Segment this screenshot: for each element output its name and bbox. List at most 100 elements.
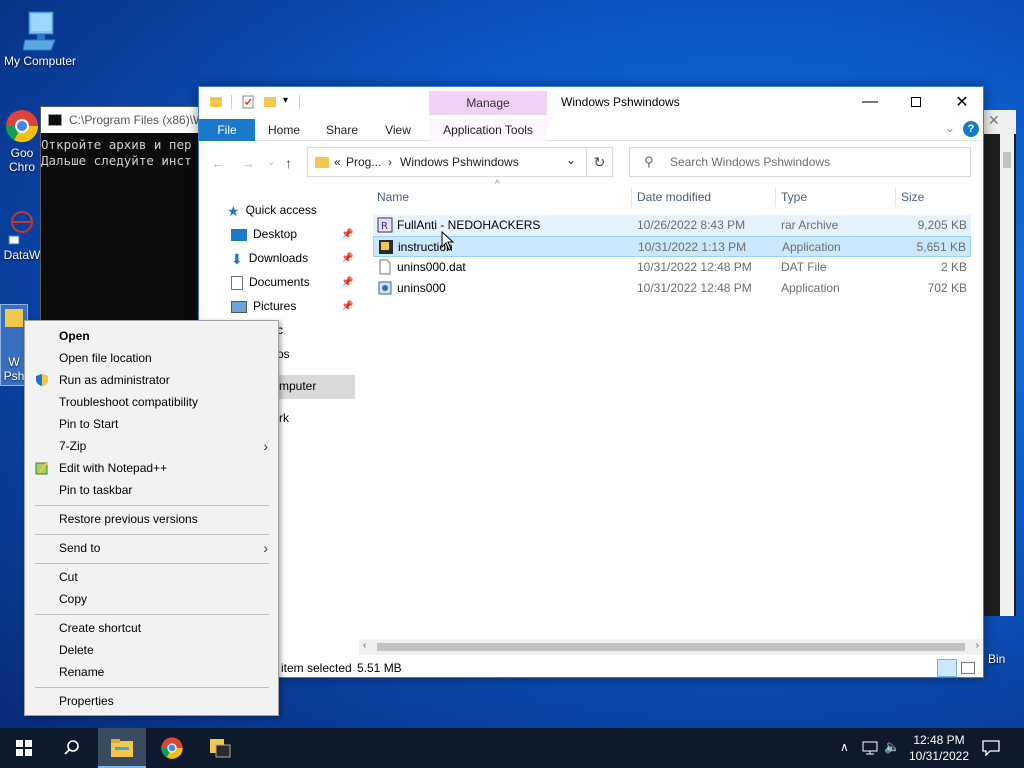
- nav-label: Downloads: [248, 251, 309, 265]
- breadcrumb-parent[interactable]: Prog...: [346, 155, 381, 169]
- menu-separator: [35, 563, 269, 564]
- refresh-icon: ↻: [593, 154, 606, 170]
- address-bar[interactable]: « Prog... › Windows Pshwindows ⌄: [307, 147, 587, 177]
- scrollbar-thumb[interactable]: [1003, 152, 1011, 168]
- menu-item-label: Properties: [59, 694, 114, 708]
- pin-icon[interactable]: 📌: [341, 277, 353, 288]
- properties-icon[interactable]: [241, 95, 255, 109]
- menu-item-run-as-administrator[interactable]: Run as administrator: [25, 369, 278, 391]
- nav-item-documents[interactable]: Documents: [231, 271, 310, 293]
- vertical-scrollbar[interactable]: [1000, 134, 1014, 616]
- search-input[interactable]: ⚲ Search Windows Pshwindows: [629, 147, 971, 177]
- menu-item-create-shortcut[interactable]: Create shortcut: [25, 617, 278, 639]
- desktop-icon-label: DataW: [3, 248, 41, 262]
- column-header-date[interactable]: Date modified: [637, 187, 711, 207]
- tab-share[interactable]: Share: [317, 119, 367, 141]
- close-icon[interactable]: ✕: [988, 112, 1000, 129]
- menu-item-send-to[interactable]: Send to ›: [25, 537, 278, 559]
- desktop-icon-dataw[interactable]: DataW: [0, 210, 44, 262]
- console-window[interactable]: C:\Program Files (x86)\W Откройте архив …: [40, 106, 208, 346]
- menu-item-edit-with-notepad[interactable]: Edit with Notepad++: [25, 457, 278, 479]
- show-hidden-icons-chevron-icon[interactable]: ∧: [840, 740, 849, 768]
- clock-time: 12:48 PM: [913, 733, 965, 747]
- desktop-icon-my-computer[interactable]: My Computer: [2, 10, 78, 68]
- menu-item-pin-to-taskbar[interactable]: Pin to taskbar: [25, 479, 278, 501]
- help-icon[interactable]: ?: [963, 121, 979, 137]
- column-headers: ^ Name Date modified Type Size: [371, 179, 971, 207]
- pin-icon[interactable]: 📌: [341, 253, 353, 264]
- file-row[interactable]: R FullAnti - NEDOHACKERS 10/26/2022 8:43…: [373, 215, 971, 236]
- taskbar-console-app[interactable]: [196, 728, 244, 768]
- maximize-button[interactable]: [893, 87, 939, 117]
- column-header-name[interactable]: Name: [377, 187, 409, 207]
- back-arrow-icon[interactable]: ←: [211, 155, 225, 171]
- console-title: C:\Program Files (x86)\W: [69, 113, 205, 127]
- search-button[interactable]: [48, 728, 96, 768]
- taskbar-file-explorer[interactable]: [98, 728, 146, 768]
- scrollbar-thumb[interactable]: [377, 643, 965, 651]
- scroll-right-icon[interactable]: ›: [976, 640, 979, 651]
- up-arrow-icon[interactable]: ↑: [285, 155, 292, 171]
- file-row[interactable]: unins000.dat 10/31/2022 12:48 PM DAT Fil…: [373, 257, 971, 278]
- ribbon-expand-icon[interactable]: ⌄: [945, 121, 955, 135]
- file-explorer-window[interactable]: ▾ Manage Windows Pshwindows — ✕ File Hom…: [198, 86, 984, 678]
- system-clock[interactable]: 12:48 PM 10/31/2022: [904, 732, 974, 764]
- pin-icon[interactable]: 📌: [341, 229, 353, 240]
- forward-arrow-icon[interactable]: →: [241, 155, 255, 171]
- menu-item-rename[interactable]: Rename: [25, 661, 278, 683]
- nav-item-quick-access[interactable]: ★ Quick access: [227, 199, 317, 221]
- background-window[interactable]: ✕: [984, 110, 1016, 616]
- tab-home[interactable]: Home: [259, 119, 309, 141]
- start-button[interactable]: [0, 728, 48, 768]
- file-row[interactable]: instruction 10/31/2022 1:13 PM Applicati…: [373, 236, 971, 257]
- tab-view[interactable]: View: [375, 119, 421, 141]
- computer-icon: [23, 11, 56, 51]
- notifications-icon[interactable]: [982, 740, 1000, 756]
- menu-item-open-file-location[interactable]: Open file location: [25, 347, 278, 369]
- desktop-icon-recycle-bin-label[interactable]: Bin: [988, 652, 1005, 666]
- nav-item-downloads[interactable]: ⬇ Downloads: [231, 247, 308, 269]
- file-row[interactable]: unins000 10/31/2022 12:48 PM Application…: [373, 278, 971, 299]
- nav-item-desktop[interactable]: Desktop: [231, 223, 297, 245]
- breadcrumb-current[interactable]: Windows Pshwindows: [400, 155, 519, 169]
- tab-file[interactable]: File: [199, 119, 255, 141]
- nav-item-network[interactable]: rk: [279, 407, 289, 429]
- recent-locations-icon[interactable]: ⌄: [267, 157, 275, 168]
- horizontal-scrollbar[interactable]: ‹ ›: [359, 639, 983, 655]
- address-row: ← → ⌄ ↑ « Prog... › Windows Pshwindows ⌄…: [199, 147, 983, 177]
- divider: [631, 187, 632, 207]
- new-folder-icon[interactable]: [263, 95, 277, 109]
- menu-item-delete[interactable]: Delete: [25, 639, 278, 661]
- breadcrumb-separator[interactable]: ›: [388, 155, 392, 169]
- network-icon[interactable]: [862, 741, 878, 755]
- menu-item-cut[interactable]: Cut: [25, 566, 278, 588]
- quick-access-dropdown-icon[interactable]: ▾: [283, 95, 288, 106]
- divider: [231, 95, 232, 109]
- menu-item-properties[interactable]: Properties: [25, 690, 278, 712]
- menu-item-restore-previous-versions[interactable]: Restore previous versions: [25, 508, 278, 530]
- refresh-button[interactable]: ↻: [587, 147, 613, 177]
- column-header-size[interactable]: Size: [901, 187, 924, 207]
- column-header-type[interactable]: Type: [781, 187, 807, 207]
- menu-item-copy[interactable]: Copy: [25, 588, 278, 610]
- scroll-left-icon[interactable]: ‹: [363, 640, 366, 651]
- large-icons-view-icon[interactable]: [961, 662, 975, 674]
- close-button[interactable]: ✕: [939, 87, 985, 117]
- menu-item-7zip[interactable]: 7-Zip ›: [25, 435, 278, 457]
- breadcrumb-overflow[interactable]: «: [334, 155, 341, 169]
- pin-icon[interactable]: 📌: [341, 301, 353, 312]
- details-view-icon[interactable]: [937, 659, 957, 677]
- menu-item-open[interactable]: Open: [25, 325, 278, 347]
- network-app-icon: [8, 211, 33, 245]
- tab-application-tools[interactable]: Application Tools: [429, 119, 547, 141]
- minimize-button[interactable]: —: [847, 87, 893, 117]
- desktop-icon-google-chrome[interactable]: Goo Chro: [0, 108, 44, 174]
- nav-item-pictures[interactable]: Pictures: [231, 295, 296, 317]
- menu-item-pin-to-start[interactable]: Pin to Start: [25, 413, 278, 435]
- taskbar-chrome[interactable]: [148, 728, 196, 768]
- volume-icon[interactable]: 🔈: [884, 739, 900, 768]
- tab-manage[interactable]: Manage: [429, 91, 547, 115]
- address-dropdown-icon[interactable]: ⌄: [566, 153, 576, 167]
- menu-item-troubleshoot-compatibility[interactable]: Troubleshoot compatibility: [25, 391, 278, 413]
- nav-item-my-computer[interactable]: mputer: [279, 375, 316, 397]
